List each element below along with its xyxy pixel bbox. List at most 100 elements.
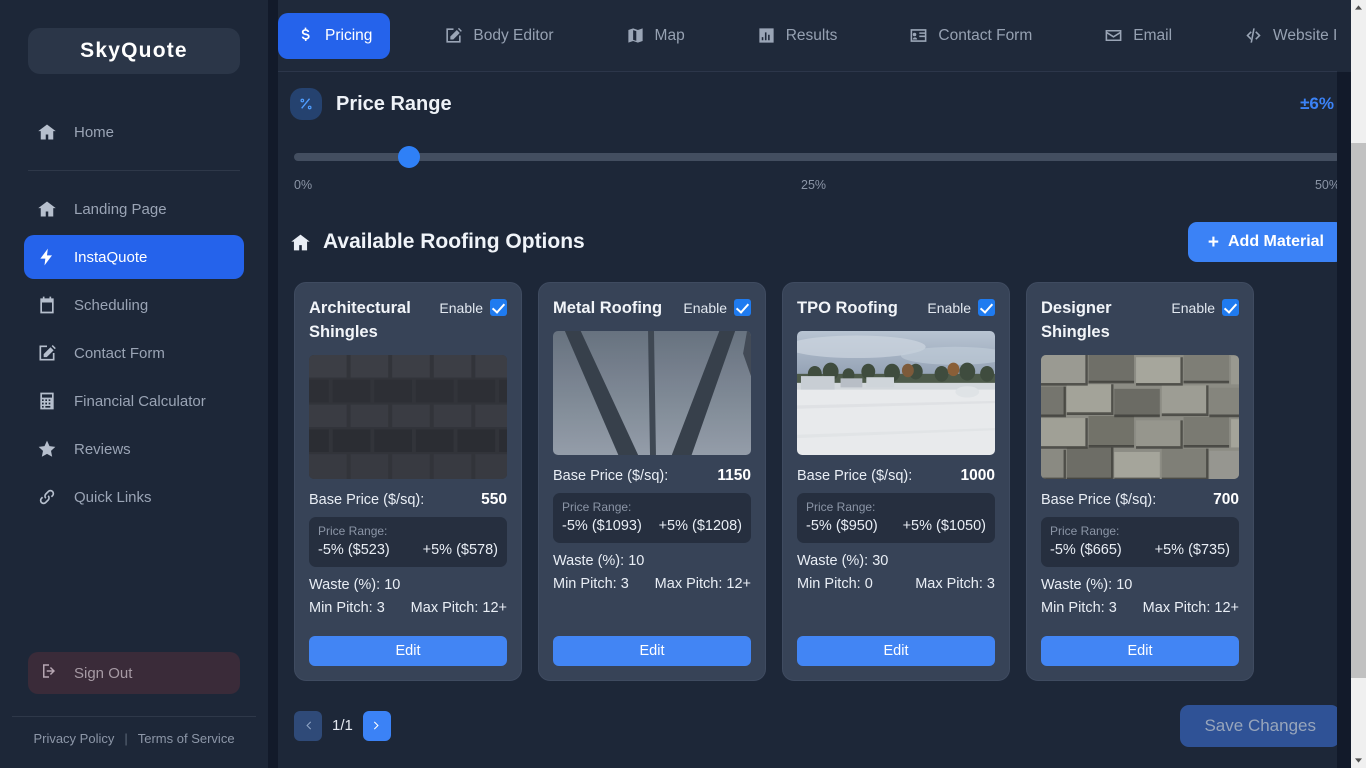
scroll-up-arrow[interactable] bbox=[1351, 0, 1366, 15]
tpo-roofing-photo bbox=[797, 331, 995, 455]
edit-material-button[interactable]: Edit bbox=[1041, 635, 1239, 666]
waste-label: Waste (%): bbox=[797, 553, 869, 569]
scroll-down-arrow[interactable] bbox=[1351, 753, 1366, 768]
tab-contact-form[interactable]: Contact Form bbox=[891, 13, 1050, 59]
sidebar-item-quick-links[interactable]: Quick Links bbox=[24, 475, 244, 519]
base-price-value: 550 bbox=[481, 490, 507, 508]
sidebar-item-landing-page[interactable]: Landing Page bbox=[24, 187, 244, 231]
architectural-shingles-photo bbox=[309, 354, 507, 479]
envelope-icon bbox=[1105, 29, 1122, 42]
price-range-label: Price Range: bbox=[562, 500, 632, 514]
material-name: TPO Roofing bbox=[797, 299, 898, 317]
price-range-high: +5% ($1050) bbox=[902, 518, 986, 534]
material-name: Designer Shingles bbox=[1041, 299, 1112, 341]
price-range-box: Price Range: -5% ($665) +5% ($735) bbox=[1041, 516, 1239, 567]
sidebar-item-scheduling[interactable]: Scheduling bbox=[24, 283, 244, 327]
price-range-box: Price Range: -5% ($950) +5% ($1050) bbox=[797, 493, 995, 543]
sidebar-item-instaquote[interactable]: InstaQuote bbox=[24, 235, 244, 279]
enable-checkbox[interactable] bbox=[1222, 299, 1239, 316]
tab-body-editor[interactable]: Body Editor bbox=[426, 13, 571, 59]
sidebar-item-label: Quick Links bbox=[74, 488, 152, 506]
min-pitch: Min Pitch: 3 bbox=[1041, 600, 1117, 616]
price-range-low: -5% ($523) bbox=[318, 541, 390, 558]
edit-material-button[interactable]: Edit bbox=[797, 635, 995, 666]
max-pitch-value: 12+ bbox=[1214, 599, 1239, 616]
max-pitch-value: 12+ bbox=[482, 599, 507, 616]
sidebar-item-label: Landing Page bbox=[74, 200, 167, 218]
material-enable-group: Enable bbox=[927, 297, 995, 316]
price-range-values: -5% ($665) +5% ($735) bbox=[1050, 542, 1230, 558]
terms-of-service-link[interactable]: Terms of Service bbox=[138, 731, 235, 746]
base-price-row: Base Price ($/sq): 1150 bbox=[553, 467, 751, 485]
max-pitch: Max Pitch: 12+ bbox=[655, 576, 751, 592]
waste-value: 10 bbox=[1116, 576, 1133, 593]
sidebar-item-home[interactable]: Home bbox=[24, 110, 244, 154]
edit-material-button[interactable]: Edit bbox=[309, 635, 507, 666]
material-name: Architectural Shingles bbox=[309, 299, 411, 341]
save-changes-button[interactable]: Save Changes bbox=[1180, 704, 1340, 747]
base-price-value: 1000 bbox=[960, 467, 995, 484]
price-range-box: Price Range: -5% ($1093) +5% ($1208) bbox=[553, 493, 751, 543]
material-card-header: TPO Roofing Enable bbox=[797, 297, 995, 321]
tab-results[interactable]: Results bbox=[739, 13, 856, 59]
sidebar-item-label: Financial Calculator bbox=[74, 392, 206, 410]
waste-label: Waste (%): bbox=[309, 576, 381, 593]
price-range-slider[interactable] bbox=[294, 146, 1340, 168]
tab-email[interactable]: Email bbox=[1086, 13, 1190, 59]
sidebar-item-contact-form[interactable]: Contact Form bbox=[24, 331, 244, 375]
base-price-row: Base Price ($/sq): 1000 bbox=[797, 467, 995, 485]
brand-name: SkyQuote bbox=[80, 39, 188, 62]
material-card: Architectural Shingles Enable Base Price… bbox=[294, 282, 522, 681]
waste-row: Waste (%): 10 bbox=[309, 577, 507, 593]
percent-icon bbox=[290, 88, 322, 120]
base-price-label: Base Price ($/sq): bbox=[553, 468, 669, 484]
sidebar-footer-links: Privacy Policy | Terms of Service bbox=[0, 717, 268, 768]
tab-pricing[interactable]: Pricing bbox=[278, 12, 391, 59]
base-price-value: 700 bbox=[1213, 490, 1239, 508]
sidebar: SkyQuote Home Landing Page InstaQuote Sc… bbox=[0, 0, 268, 768]
pitch-row: Min Pitch: 3 Max Pitch: 12+ bbox=[1041, 600, 1239, 616]
price-range-label: Price Range: bbox=[806, 500, 876, 514]
sign-out-label: Sign Out bbox=[74, 664, 133, 682]
price-range-section: Price Range ±6% 0% 25% 50% bbox=[290, 72, 1344, 192]
sidebar-item-financial-calculator[interactable]: Financial Calculator bbox=[24, 379, 244, 423]
sidebar-item-label: InstaQuote bbox=[74, 248, 148, 266]
price-range-low: -5% ($1093) bbox=[562, 518, 642, 534]
sign-out-button[interactable]: Sign Out bbox=[28, 652, 240, 694]
metal-roofing-photo bbox=[553, 331, 751, 455]
pitch-row: Min Pitch: 3 Max Pitch: 12+ bbox=[309, 600, 507, 616]
roofing-options-title: Available Roofing Options bbox=[323, 230, 585, 253]
tab-map[interactable]: Map bbox=[608, 13, 703, 59]
enable-checkbox[interactable] bbox=[978, 299, 995, 316]
brand-logo[interactable]: SkyQuote bbox=[28, 28, 240, 74]
max-pitch: Max Pitch: 3 bbox=[915, 576, 995, 592]
price-range-values: -5% ($523) +5% ($578) bbox=[318, 542, 498, 558]
slider-track[interactable] bbox=[294, 153, 1340, 161]
dollar-icon bbox=[301, 27, 310, 42]
sidebar-item-reviews[interactable]: Reviews bbox=[24, 427, 244, 471]
tab-label: Body Editor bbox=[473, 26, 554, 44]
slider-thumb[interactable] bbox=[398, 146, 421, 168]
previous-page-button[interactable] bbox=[294, 710, 322, 741]
add-material-button[interactable]: + Add Material bbox=[1187, 222, 1344, 262]
min-pitch: Min Pitch: 3 bbox=[309, 600, 385, 616]
price-range-values: -5% ($1093) +5% ($1208) bbox=[562, 518, 742, 534]
tabbar-right-gutter bbox=[1337, 0, 1351, 72]
sign-out-icon bbox=[40, 662, 58, 684]
material-card: Metal Roofing Enable Base Price ($/sq): … bbox=[538, 282, 766, 681]
designer-shingles-photo bbox=[1041, 354, 1239, 479]
enable-checkbox[interactable] bbox=[734, 299, 751, 316]
waste-value: 10 bbox=[628, 553, 645, 569]
privacy-policy-link[interactable]: Privacy Policy bbox=[33, 731, 114, 746]
waste-row: Waste (%): 10 bbox=[1041, 577, 1239, 593]
edit-material-button[interactable]: Edit bbox=[553, 635, 751, 666]
max-pitch-value: 12+ bbox=[726, 576, 751, 592]
enable-checkbox[interactable] bbox=[490, 299, 507, 316]
page-scrollbar[interactable] bbox=[1351, 0, 1366, 768]
page-indicator: 1/1 bbox=[332, 717, 353, 735]
scrollbar-thumb[interactable] bbox=[1351, 143, 1366, 678]
enable-label: Enable bbox=[1171, 299, 1215, 316]
material-card: TPO Roofing Enable Base Price ($/sq): 10… bbox=[782, 282, 1010, 681]
home-icon bbox=[36, 198, 58, 220]
next-page-button[interactable] bbox=[362, 710, 391, 741]
